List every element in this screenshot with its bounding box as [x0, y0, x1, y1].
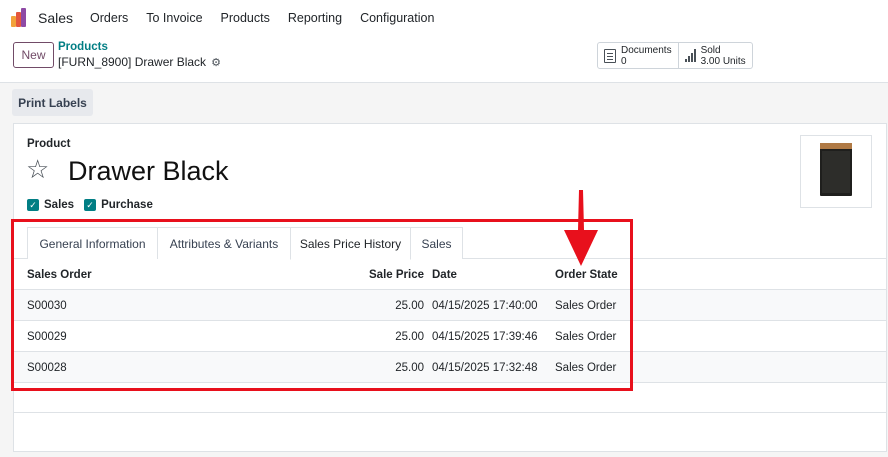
gear-icon[interactable]: ⚙: [211, 56, 221, 69]
annotation-arrow-icon: [564, 190, 598, 266]
purchase-checkbox-label: Purchase: [101, 199, 153, 211]
product-label: Product: [27, 138, 71, 150]
product-checkboxes: ✓ Sales ✓ Purchase: [27, 199, 153, 211]
control-panel: New Products [FURN_8900] Drawer Black ⚙ …: [0, 35, 888, 83]
nav-configuration[interactable]: Configuration: [360, 11, 434, 25]
record-title-text: [FURN_8900] Drawer Black: [58, 55, 207, 69]
product-name[interactable]: Drawer Black: [68, 154, 229, 188]
action-bar: Print Labels: [0, 83, 888, 123]
check-icon: ✓: [27, 199, 39, 211]
app-name[interactable]: Sales: [38, 10, 73, 26]
breadcrumb-products[interactable]: Products: [58, 41, 108, 53]
bar-chart-icon: [684, 49, 696, 62]
product-image[interactable]: [800, 135, 872, 208]
favorite-star-icon[interactable]: ☆: [26, 154, 49, 184]
nav-to-invoice[interactable]: To Invoice: [146, 11, 202, 25]
annotation-highlight-box: [11, 219, 633, 391]
sold-value: 3.00 Units: [700, 55, 746, 67]
nav-orders[interactable]: Orders: [90, 11, 128, 25]
documents-count: 0: [621, 55, 627, 67]
sold-label: Sold: [700, 44, 721, 56]
check-icon: ✓: [84, 199, 97, 211]
documents-label: Documents: [621, 44, 672, 56]
purchase-checkbox[interactable]: ✓ Purchase: [84, 199, 153, 211]
sales-app-icon[interactable]: [11, 8, 30, 27]
sold-smart-button[interactable]: Sold 3.00 Units: [677, 43, 752, 68]
sales-checkbox[interactable]: ✓ Sales: [27, 199, 74, 211]
smart-buttons: Documents 0 Sold 3.00 Units: [597, 42, 753, 69]
record-title: [FURN_8900] Drawer Black ⚙: [58, 55, 221, 69]
documents-smart-button[interactable]: Documents 0: [598, 43, 678, 68]
top-navbar: Sales Orders To Invoice Products Reporti…: [0, 0, 888, 35]
document-icon: [604, 48, 616, 63]
print-labels-button[interactable]: Print Labels: [12, 89, 93, 116]
nav-reporting[interactable]: Reporting: [288, 11, 342, 25]
new-button[interactable]: New: [13, 42, 54, 68]
nav-products[interactable]: Products: [221, 11, 270, 25]
drawer-image: [820, 142, 852, 196]
sales-checkbox-label: Sales: [44, 199, 75, 211]
